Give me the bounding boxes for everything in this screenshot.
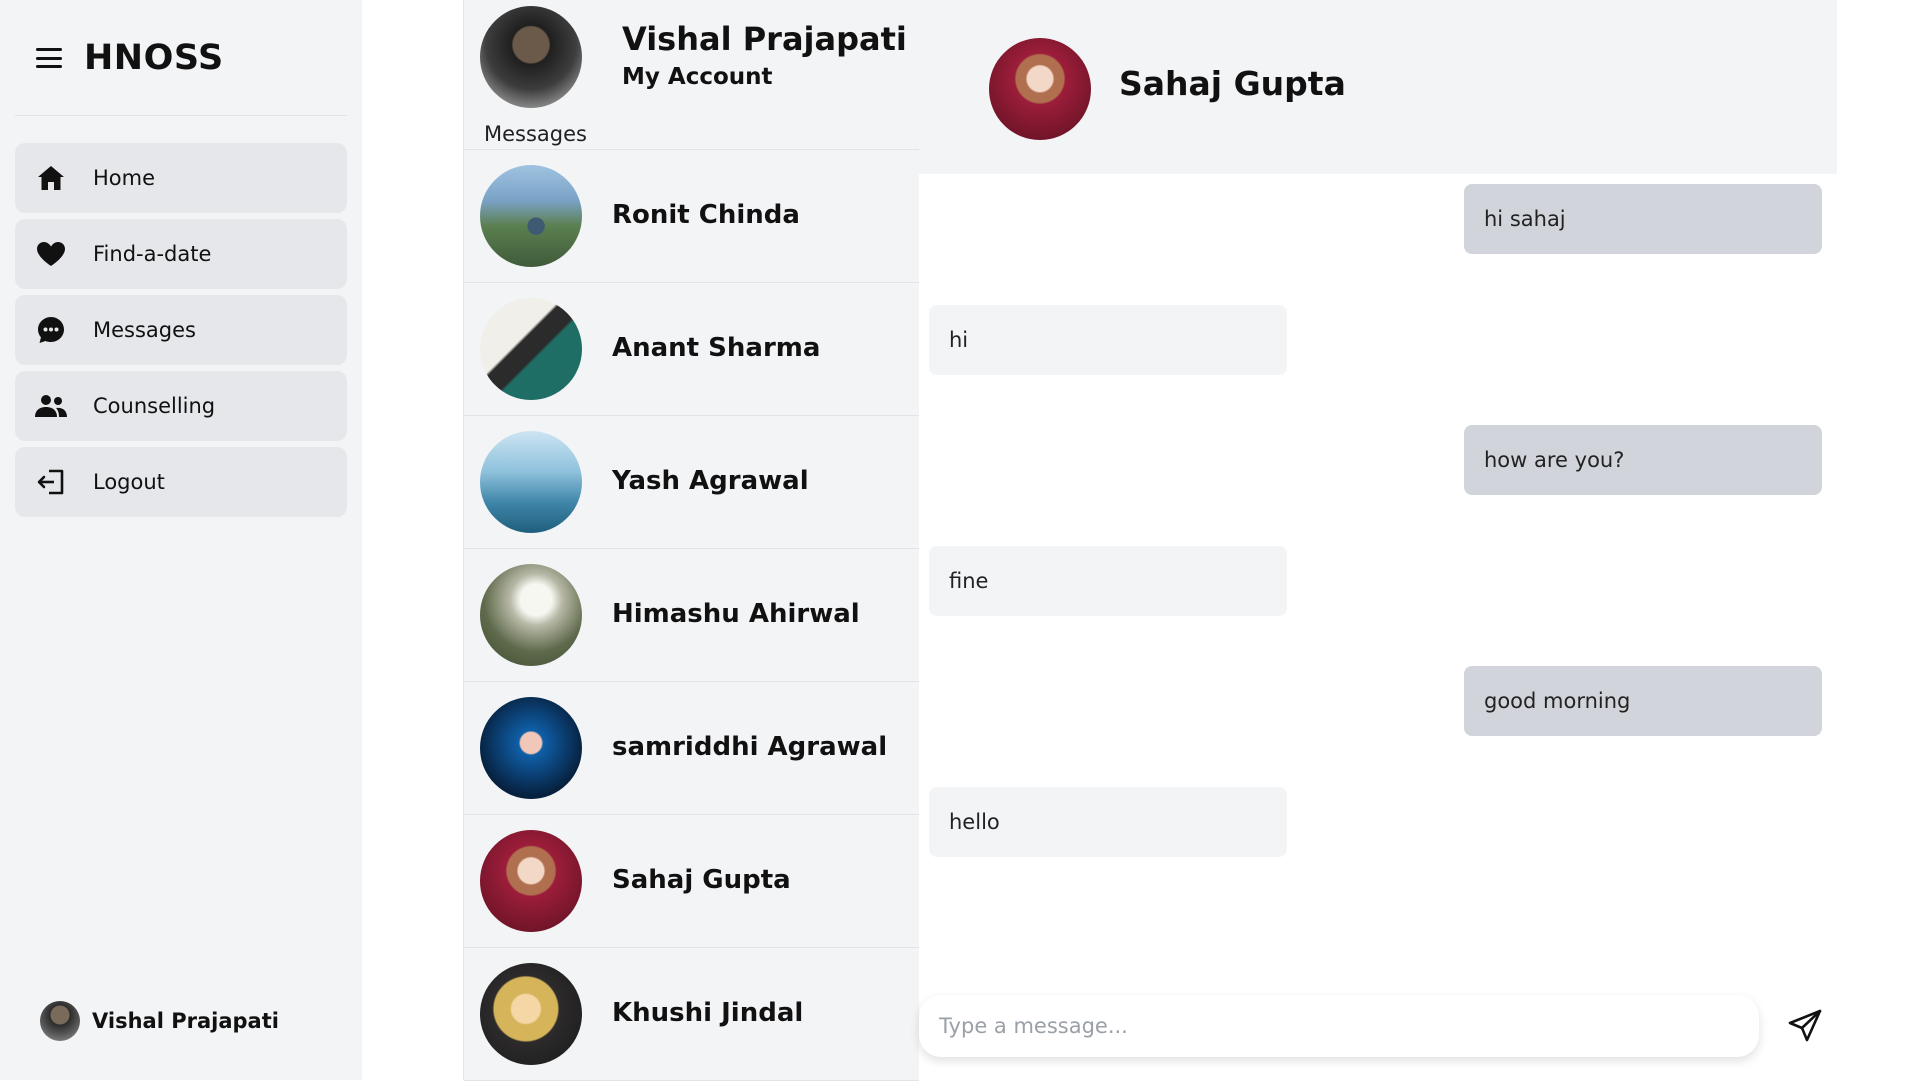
contact-name: samriddhi Agrawal [612,732,888,762]
home-icon [35,162,67,194]
avatar [40,1001,80,1041]
account-subtitle: My Account [622,64,773,90]
message-outgoing: how are you? [1464,425,1822,495]
message-input[interactable] [919,995,1759,1057]
avatar [480,431,582,533]
sidebar-divider [15,115,347,116]
contact-item[interactable]: samriddhi Agrawal [464,682,919,815]
sidebar-item-home[interactable]: Home [15,143,347,213]
account-header[interactable]: Vishal Prajapati My Account Messages [464,0,919,150]
sidebar-item-logout[interactable]: Logout [15,447,347,517]
message-outgoing: good morning [1464,666,1822,736]
contact-item[interactable]: Anant Sharma [464,283,919,416]
sidebar: HNOSS Home Find-a-date Messages Counsell… [0,0,362,1080]
sidebar-item-label: Messages [93,318,196,342]
chat-panel: Sahaj Gupta hi sahaj hi how are you? fin… [919,0,1837,1080]
sidebar-item-label: Logout [93,470,165,494]
message-incoming: hello [929,787,1287,857]
avatar [480,830,582,932]
sidebar-item-label: Find-a-date [93,242,212,266]
chat-title: Sahaj Gupta [1119,64,1346,103]
heart-icon [35,238,67,270]
avatar [480,697,582,799]
avatar [480,165,582,267]
brand: HNOSS [36,34,224,82]
contact-item[interactable]: Ronit Chinda [464,150,919,283]
message-outgoing: hi sahaj [1464,184,1822,254]
contact-item[interactable]: Khushi Jindal [464,948,919,1081]
logout-icon [35,466,67,498]
avatar [480,963,582,1065]
avatar [480,6,582,108]
messages-section-label: Messages [484,122,587,146]
hamburger-icon[interactable] [36,48,62,68]
avatar[interactable] [989,38,1091,140]
sidebar-item-label: Counselling [93,394,216,418]
contact-item[interactable]: Sahaj Gupta [464,815,919,948]
sidebar-item-counselling[interactable]: Counselling [15,371,347,441]
contact-name: Ronit Chinda [612,200,800,230]
chat-header: Sahaj Gupta [919,0,1837,174]
contacts-panel: Vishal Prajapati My Account Messages Ron… [463,0,919,1081]
send-icon[interactable] [1785,1006,1825,1046]
people-icon [35,390,67,422]
brand-name: HNOSS [84,38,224,78]
sidebar-user-name: Vishal Prajapati [92,1009,279,1033]
sidebar-item-find-a-date[interactable]: Find-a-date [15,219,347,289]
sidebar-user[interactable]: Vishal Prajapati [40,1001,279,1041]
message-composer [919,995,1759,1057]
contact-name: Khushi Jindal [612,998,804,1028]
contact-name: Anant Sharma [612,333,821,363]
sidebar-item-label: Home [93,166,156,190]
avatar [480,298,582,400]
sidebar-nav: Home Find-a-date Messages Counselling Lo… [15,143,347,523]
sidebar-item-messages[interactable]: Messages [15,295,347,365]
contact-item[interactable]: Yash Agrawal [464,416,919,549]
chat-bubble-icon [35,314,67,346]
avatar [480,564,582,666]
message-incoming: fine [929,546,1287,616]
contact-item[interactable]: Himashu Ahirwal [464,549,919,682]
contact-name: Himashu Ahirwal [612,599,860,629]
message-incoming: hi [929,305,1287,375]
contact-name: Yash Agrawal [612,466,809,496]
account-name: Vishal Prajapati [622,20,907,58]
contact-name: Sahaj Gupta [612,865,791,895]
